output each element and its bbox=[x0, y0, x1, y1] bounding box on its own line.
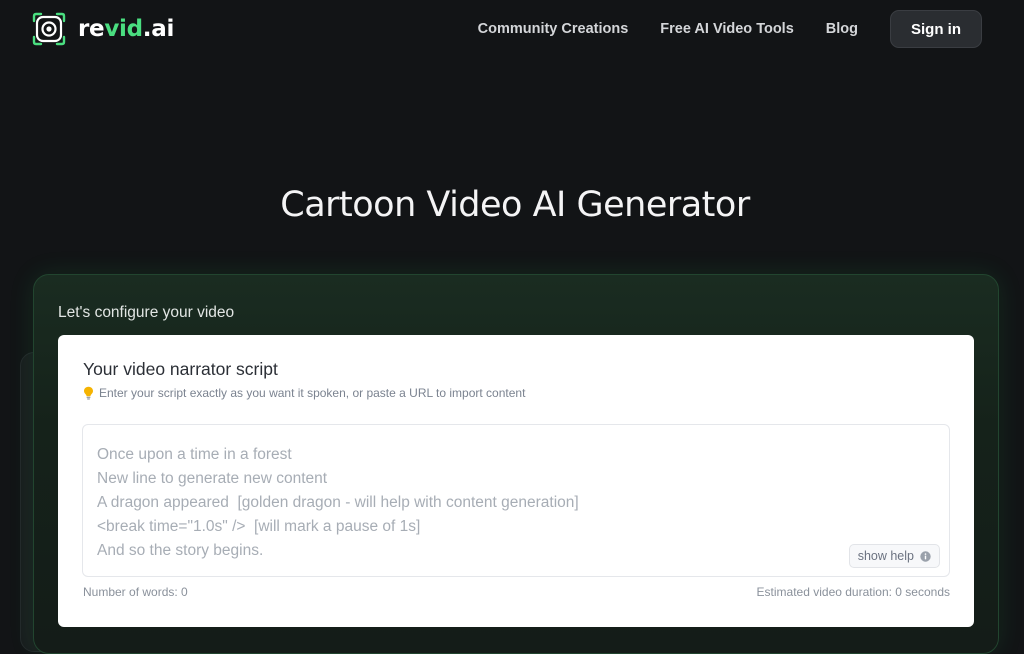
sign-in-button[interactable]: Sign in bbox=[890, 10, 982, 48]
placeholder-line: New line to generate new content bbox=[97, 470, 328, 487]
narrator-script-card: Your video narrator script Enter your sc… bbox=[58, 335, 974, 627]
info-icon bbox=[920, 550, 931, 562]
script-hint-text: Enter your script exactly as you want it… bbox=[99, 386, 526, 400]
revid-logo[interactable]: revid.ai bbox=[32, 11, 174, 47]
script-hint: Enter your script exactly as you want it… bbox=[83, 386, 525, 400]
placeholder-line: A dragon appeared [golden dragon - will … bbox=[97, 494, 579, 511]
logo-text-vid: vid bbox=[104, 16, 143, 42]
script-placeholder: Once upon a time in a forest New line to … bbox=[97, 443, 579, 563]
site-header: revid.ai Community Creations Free AI Vid… bbox=[0, 0, 1024, 58]
estimated-duration: Estimated video duration: 0 seconds bbox=[756, 585, 950, 599]
nav-free-ai-video-tools[interactable]: Free AI Video Tools bbox=[660, 21, 793, 37]
lightbulb-icon bbox=[83, 386, 94, 400]
nav-community-creations[interactable]: Community Creations bbox=[478, 21, 629, 37]
placeholder-line: <break time="1.0s" /> [will mark a pause… bbox=[97, 518, 421, 535]
script-input[interactable]: Once upon a time in a forest New line to … bbox=[82, 424, 950, 577]
logo-wordmark: revid.ai bbox=[78, 16, 174, 42]
show-help-button[interactable]: show help bbox=[848, 544, 940, 568]
camera-logo-icon bbox=[32, 12, 66, 46]
main-nav: Community Creations Free AI Video Tools … bbox=[478, 10, 982, 48]
configure-heading: Let's configure your video bbox=[58, 304, 235, 321]
logo-text-re: re bbox=[78, 16, 105, 42]
word-count: Number of words: 0 bbox=[83, 585, 188, 599]
script-card-title: Your video narrator script bbox=[83, 359, 278, 379]
nav-blog[interactable]: Blog bbox=[826, 21, 858, 37]
placeholder-line: Once upon a time in a forest bbox=[97, 446, 292, 463]
page-title: Cartoon Video AI Generator bbox=[280, 185, 750, 225]
logo-text-ai: .ai bbox=[142, 16, 175, 42]
placeholder-line: And so the story begins. bbox=[97, 542, 264, 559]
configure-video-panel: Let's configure your video Your video na… bbox=[33, 274, 999, 654]
show-help-label: show help bbox=[857, 549, 914, 563]
